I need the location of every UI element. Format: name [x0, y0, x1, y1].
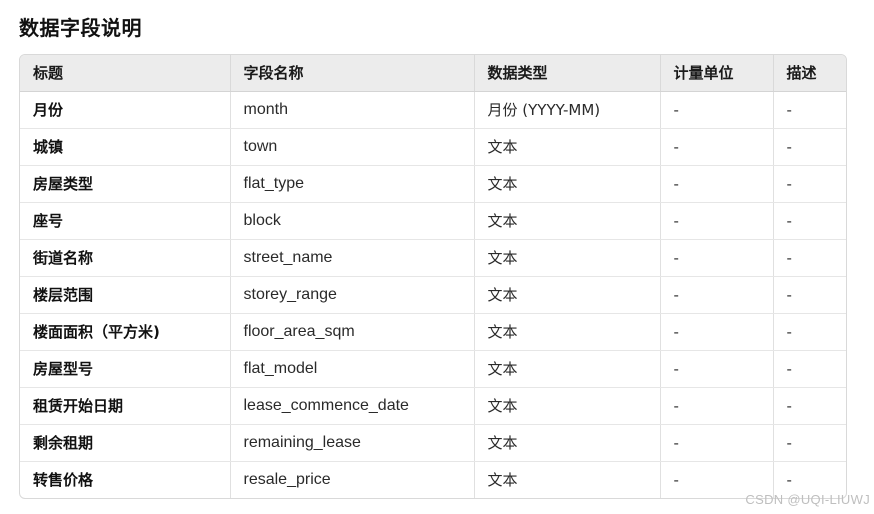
cell-title: 房屋类型: [20, 165, 231, 203]
cell-data-type: 文本: [474, 387, 661, 425]
cell-description: -: [773, 350, 846, 388]
cell-unit: -: [660, 313, 774, 351]
cell-title: 租赁开始日期: [20, 387, 231, 425]
cell-data-type: 月份 (YYYY-MM): [474, 91, 661, 129]
cell-field-name: remaining_lease: [230, 424, 475, 462]
cell-field-name: flat_type: [230, 165, 475, 203]
field-table: 标题 字段名称 数据类型 计量单位 描述 月份 month 月份 (YYYY-MM)…: [20, 55, 846, 498]
cell-field-name: month: [230, 91, 475, 129]
cell-unit: -: [660, 387, 774, 425]
cell-unit: -: [660, 276, 774, 314]
cell-field-name: block: [230, 202, 475, 240]
table-row: 城镇 town 文本 - -: [20, 128, 846, 166]
cell-unit: -: [660, 239, 774, 277]
page-title: 数据字段说明: [19, 16, 142, 40]
cell-field-name: town: [230, 128, 475, 166]
cell-field-name: storey_range: [230, 276, 475, 314]
header-field-name: 字段名称: [230, 55, 475, 92]
field-table-container: 标题 字段名称 数据类型 计量单位 描述 月份 month 月份 (YYYY-MM)…: [19, 54, 847, 499]
cell-data-type: 文本: [474, 202, 661, 240]
cell-data-type: 文本: [474, 128, 661, 166]
cell-unit: -: [660, 165, 774, 203]
table-row: 月份 month 月份 (YYYY-MM) - -: [20, 91, 846, 129]
cell-title: 座号: [20, 202, 231, 240]
table-row: 租赁开始日期 lease_commence_date 文本 - -: [20, 387, 846, 425]
cell-description: -: [773, 91, 846, 129]
cell-unit: -: [660, 91, 774, 129]
table-header-row: 标题 字段名称 数据类型 计量单位 描述: [20, 55, 846, 92]
cell-unit: -: [660, 128, 774, 166]
cell-data-type: 文本: [474, 424, 661, 462]
header-data-type: 数据类型: [474, 55, 661, 92]
cell-unit: -: [660, 202, 774, 240]
cell-unit: -: [660, 424, 774, 462]
cell-data-type: 文本: [474, 461, 661, 498]
cell-data-type: 文本: [474, 165, 661, 203]
table-row: 楼层范围 storey_range 文本 - -: [20, 276, 846, 314]
table-row: 剩余租期 remaining_lease 文本 - -: [20, 424, 846, 462]
cell-description: -: [773, 313, 846, 351]
cell-unit: -: [660, 350, 774, 388]
cell-title: 楼层范围: [20, 276, 231, 314]
cell-data-type: 文本: [474, 350, 661, 388]
watermark: CSDN @UQI-LIUWJ: [745, 492, 870, 507]
cell-description: -: [773, 202, 846, 240]
cell-field-name: lease_commence_date: [230, 387, 475, 425]
cell-data-type: 文本: [474, 239, 661, 277]
table-row: 房屋类型 flat_type 文本 - -: [20, 165, 846, 203]
cell-title: 剩余租期: [20, 424, 231, 462]
cell-data-type: 文本: [474, 313, 661, 351]
cell-data-type: 文本: [474, 276, 661, 314]
cell-title: 房屋型号: [20, 350, 231, 388]
cell-title: 楼面面积（平方米): [20, 313, 231, 351]
cell-field-name: street_name: [230, 239, 475, 277]
cell-title: 转售价格: [20, 461, 231, 498]
table-row: 座号 block 文本 - -: [20, 202, 846, 240]
table-body: 月份 month 月份 (YYYY-MM) - - 城镇 town 文本 - - 房屋类型 flat_…: [20, 91, 846, 498]
cell-title: 街道名称: [20, 239, 231, 277]
cell-description: -: [773, 387, 846, 425]
cell-title: 城镇: [20, 128, 231, 166]
table-row: 房屋型号 flat_model 文本 - -: [20, 350, 846, 388]
cell-title: 月份: [20, 91, 231, 129]
header-title: 标题: [20, 55, 231, 92]
cell-description: -: [773, 165, 846, 203]
cell-description: -: [773, 239, 846, 277]
table-row: 转售价格 resale_price 文本 - -: [20, 461, 846, 498]
cell-description: -: [773, 128, 846, 166]
cell-field-name: floor_area_sqm: [230, 313, 475, 351]
header-unit: 计量单位: [660, 55, 774, 92]
header-description: 描述: [773, 55, 846, 92]
cell-field-name: resale_price: [230, 461, 475, 498]
table-row: 楼面面积（平方米) floor_area_sqm 文本 - -: [20, 313, 846, 351]
cell-description: -: [773, 424, 846, 462]
cell-description: -: [773, 276, 846, 314]
table-row: 街道名称 street_name 文本 - -: [20, 239, 846, 277]
cell-field-name: flat_model: [230, 350, 475, 388]
